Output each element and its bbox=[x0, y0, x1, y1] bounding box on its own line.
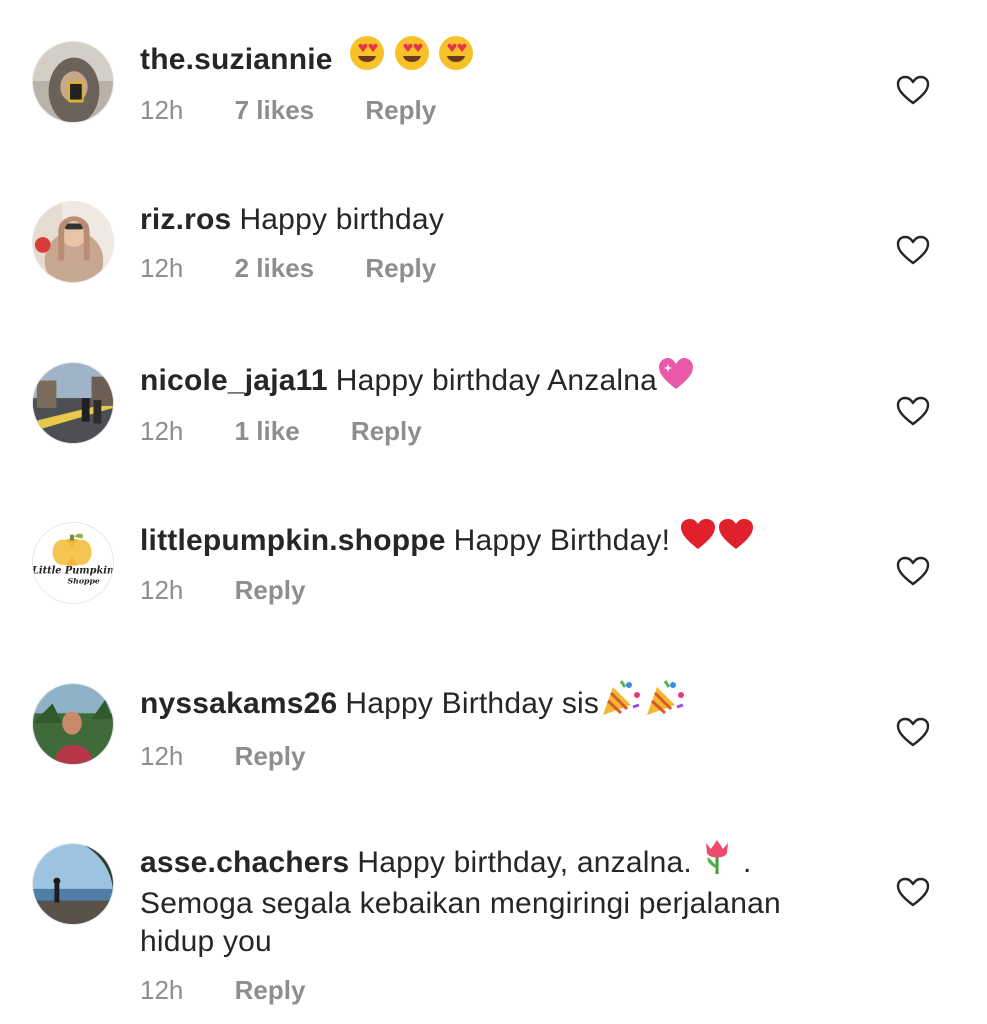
avatar[interactable] bbox=[32, 41, 114, 123]
tulip-emoji-icon bbox=[700, 837, 734, 885]
comment-username[interactable]: asse.chachers bbox=[140, 846, 349, 879]
comment-likes[interactable]: 2 likes bbox=[235, 251, 315, 285]
comment-time: 12h bbox=[140, 575, 184, 606]
comment-meta: 12h Reply bbox=[140, 573, 860, 607]
comment-body: nicole_jaja11 Happy birthday Anzalna 12h … bbox=[140, 358, 860, 448]
like-heart-icon[interactable] bbox=[896, 556, 930, 586]
like-heart-icon[interactable] bbox=[896, 396, 930, 426]
like-heart-icon[interactable] bbox=[896, 235, 930, 265]
comment-meta: 12h 1 like Reply bbox=[140, 414, 860, 448]
comments-list: the.suziannie 12h 7 likes Reply riz.ros … bbox=[0, 0, 987, 1024]
reply-button[interactable]: Reply bbox=[235, 573, 306, 607]
comment-message: Happy birthday, anzalna. bbox=[357, 845, 692, 879]
comment-time: 12h bbox=[140, 95, 184, 126]
like-heart-icon[interactable] bbox=[896, 717, 930, 747]
comment-text: asse.chachers Happy birthday, anzalna. . … bbox=[140, 840, 860, 961]
comment-username[interactable]: nyssakams26 bbox=[140, 687, 337, 720]
comment-meta: 12h 7 likes Reply bbox=[140, 93, 860, 127]
reply-button[interactable]: Reply bbox=[365, 251, 436, 285]
avatar[interactable] bbox=[32, 683, 114, 765]
like-heart-icon[interactable] bbox=[896, 877, 930, 907]
comment-meta: 12h Reply bbox=[140, 973, 860, 1007]
avatar[interactable] bbox=[32, 362, 114, 444]
reply-button[interactable]: Reply bbox=[365, 93, 436, 127]
avatar[interactable] bbox=[32, 201, 114, 283]
heart-eyes-emoji-icon bbox=[438, 35, 474, 81]
comment-message: Happy birthday bbox=[239, 203, 445, 236]
comment-username[interactable]: the.suziannie bbox=[140, 43, 333, 76]
comment-text: nicole_jaja11 Happy birthday Anzalna bbox=[140, 358, 860, 402]
comment-body: littlepumpkin.shoppe Happy Birthday! 12h … bbox=[140, 519, 860, 607]
comment-time: 12h bbox=[140, 253, 184, 283]
like-heart-icon[interactable] bbox=[896, 75, 930, 105]
avatar[interactable]: Little Pumpkin Shoppe bbox=[32, 522, 114, 604]
comment-likes[interactable]: 7 likes bbox=[235, 93, 315, 127]
comment-username[interactable]: littlepumpkin.shoppe bbox=[140, 524, 446, 557]
comment-message: Happy Birthday! bbox=[453, 524, 671, 557]
party-popper-emoji-icon bbox=[599, 677, 643, 727]
comment-likes[interactable]: 1 like bbox=[235, 414, 300, 448]
red-heart-emoji-icon bbox=[679, 517, 717, 561]
comment-meta: 12h 2 likes Reply bbox=[140, 251, 860, 285]
comment-text: the.suziannie bbox=[140, 36, 860, 81]
comment-body: nyssakams26 Happy Birthday sis 12h Reply bbox=[140, 680, 860, 773]
comment-time: 12h bbox=[140, 975, 184, 1005]
reply-button[interactable]: Reply bbox=[351, 414, 422, 448]
comment-username[interactable]: riz.ros bbox=[140, 203, 231, 236]
comment-meta: 12h Reply bbox=[140, 739, 860, 773]
avatar[interactable] bbox=[32, 843, 114, 925]
comment-username[interactable]: nicole_jaja11 bbox=[140, 364, 328, 397]
red-heart-emoji-icon bbox=[717, 517, 755, 561]
comment-body: riz.ros Happy birthday 12h 2 likes Reply bbox=[140, 201, 860, 285]
comment-time: 12h bbox=[140, 416, 184, 447]
comment-body: the.suziannie 12h 7 likes Reply bbox=[140, 36, 860, 127]
svg-text:Shoppe: Shoppe bbox=[68, 576, 100, 585]
heart-eyes-emoji-icon bbox=[349, 35, 385, 81]
sparkling-heart-emoji-icon bbox=[657, 356, 695, 402]
comment-message: Happy Birthday sis bbox=[345, 686, 600, 720]
comment-message: Happy birthday Anzalna bbox=[335, 364, 658, 397]
reply-button[interactable]: Reply bbox=[235, 739, 306, 773]
comment-time: 12h bbox=[140, 741, 184, 771]
party-popper-emoji-icon bbox=[643, 677, 687, 727]
comment-text: nyssakams26 Happy Birthday sis bbox=[140, 680, 860, 727]
heart-eyes-emoji-icon bbox=[394, 35, 430, 81]
comment-body: asse.chachers Happy birthday, anzalna. . … bbox=[140, 840, 860, 1007]
comment-text: riz.ros Happy birthday bbox=[140, 201, 860, 239]
reply-button[interactable]: Reply bbox=[235, 973, 306, 1007]
svg-text:Little Pumpkin: Little Pumpkin bbox=[33, 566, 113, 577]
comment-text: littlepumpkin.shoppe Happy Birthday! bbox=[140, 519, 860, 561]
